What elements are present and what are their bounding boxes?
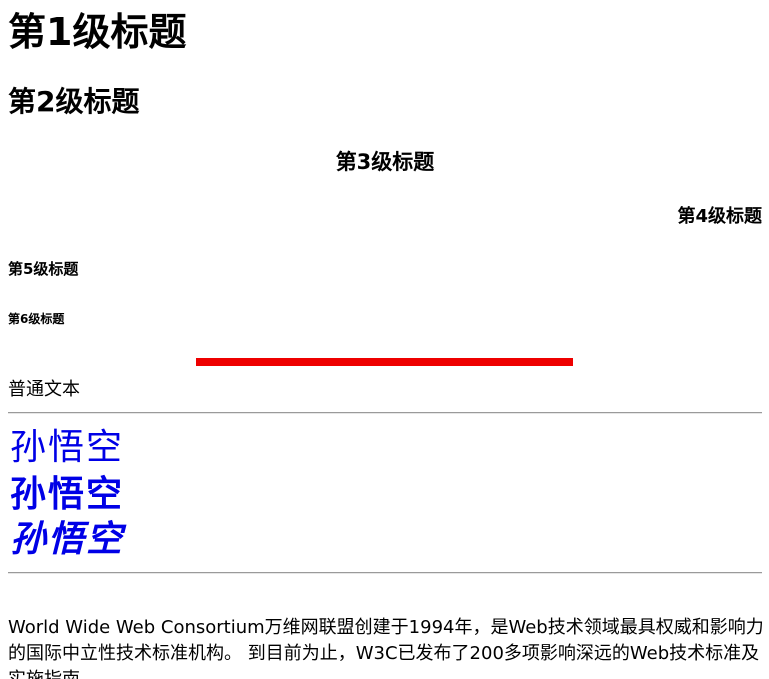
heading-level-4: 第4级标题 xyxy=(677,206,762,227)
red-divider-bar xyxy=(196,358,573,366)
horizontal-rule-top xyxy=(8,412,762,414)
name-regular: 孙悟空 xyxy=(10,427,125,468)
heading-level-3: 第3级标题 xyxy=(335,150,435,174)
horizontal-rule-bottom xyxy=(8,572,762,574)
plain-text: 普通文本 xyxy=(8,379,80,400)
heading-level-6: 第6级标题 xyxy=(8,312,65,326)
body-paragraph: World Wide Web Consortium万维网联盟创建于1994年，是… xyxy=(8,617,764,679)
heading-level-2: 第2级标题 xyxy=(8,85,140,118)
heading-level-1: 第1级标题 xyxy=(8,10,187,54)
name-bold: 孙悟空 xyxy=(10,473,125,515)
heading-level-5: 第5级标题 xyxy=(8,260,79,278)
name-bold-italic: 孙悟空 xyxy=(10,518,125,560)
